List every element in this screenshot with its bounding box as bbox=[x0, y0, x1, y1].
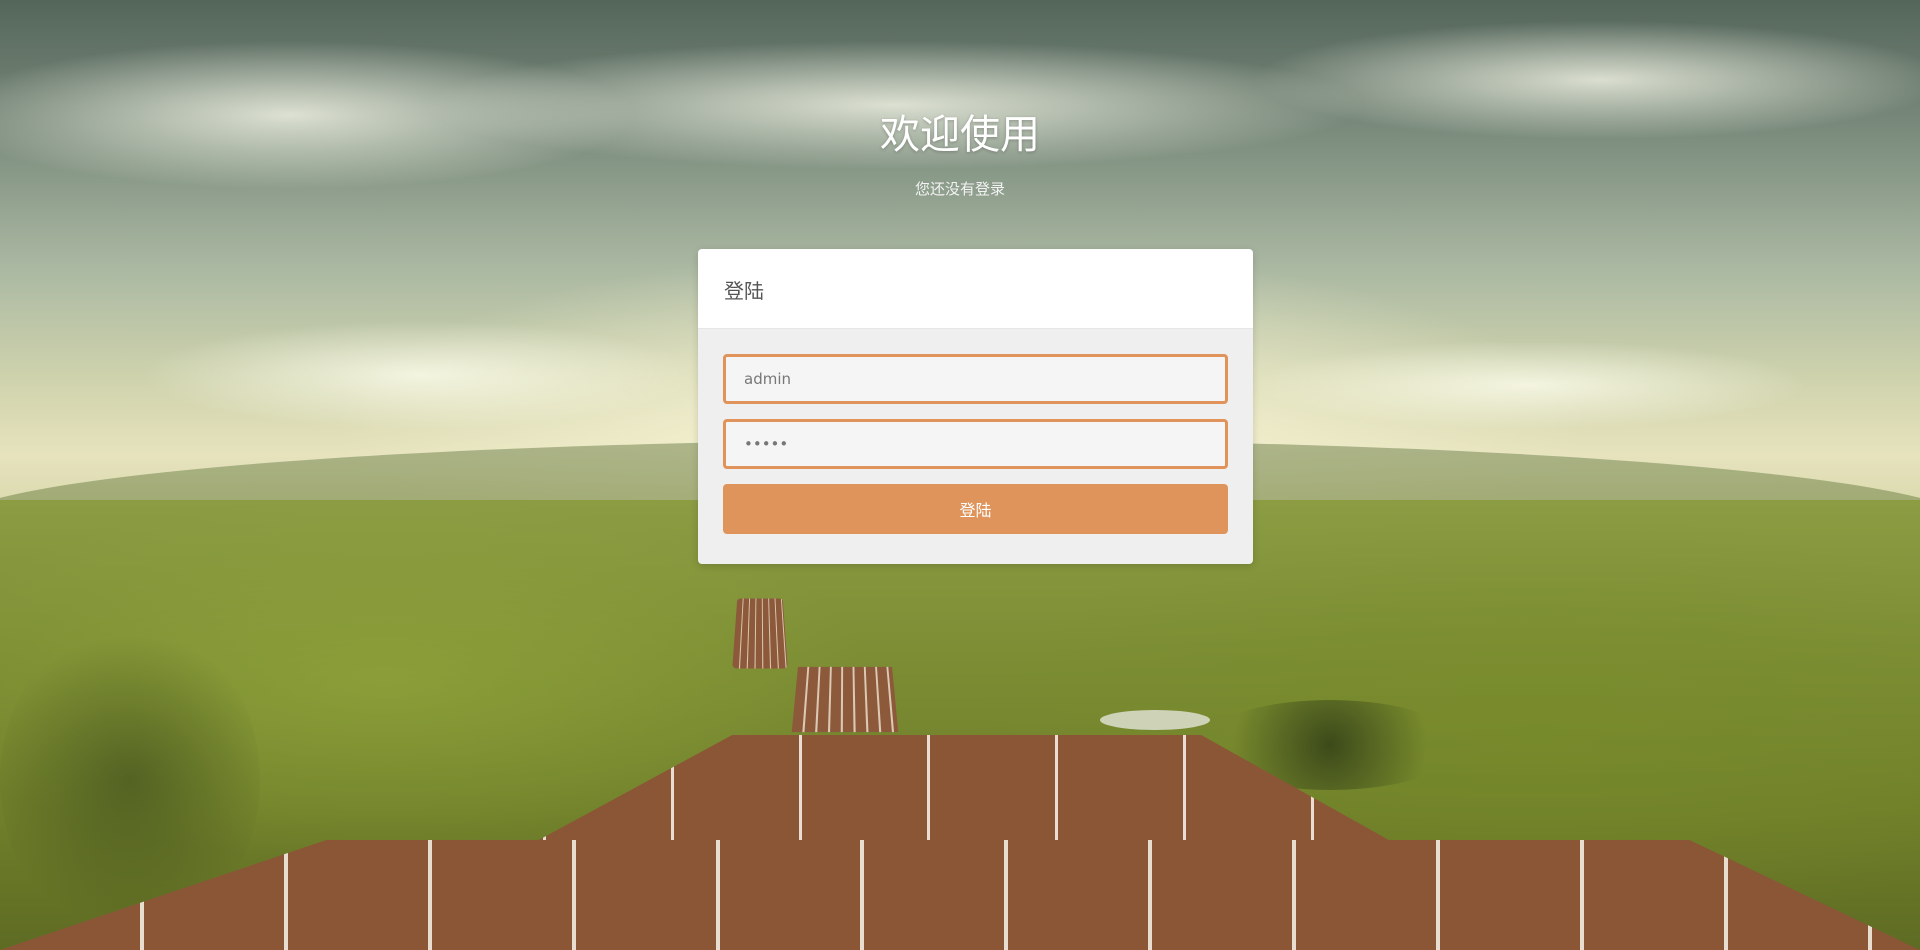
running-track-far bbox=[732, 598, 788, 669]
login-button[interactable]: 登陆 bbox=[723, 484, 1228, 534]
page-subtitle: 您还没有登录 bbox=[914, 180, 1005, 198]
running-track-mid bbox=[791, 666, 899, 733]
login-panel-header: 登陆 bbox=[698, 249, 1253, 329]
password-input[interactable] bbox=[723, 419, 1228, 469]
running-track-foreground bbox=[0, 840, 1920, 950]
login-panel-title: 登陆 bbox=[724, 279, 764, 303]
pond bbox=[1100, 710, 1210, 730]
login-form: 登陆 bbox=[698, 329, 1253, 564]
login-panel: 登陆 登陆 bbox=[698, 249, 1253, 564]
cloud bbox=[1250, 340, 1810, 430]
username-input[interactable] bbox=[723, 354, 1228, 404]
cloud bbox=[140, 320, 700, 430]
page-title: 欢迎使用 bbox=[880, 112, 1040, 158]
